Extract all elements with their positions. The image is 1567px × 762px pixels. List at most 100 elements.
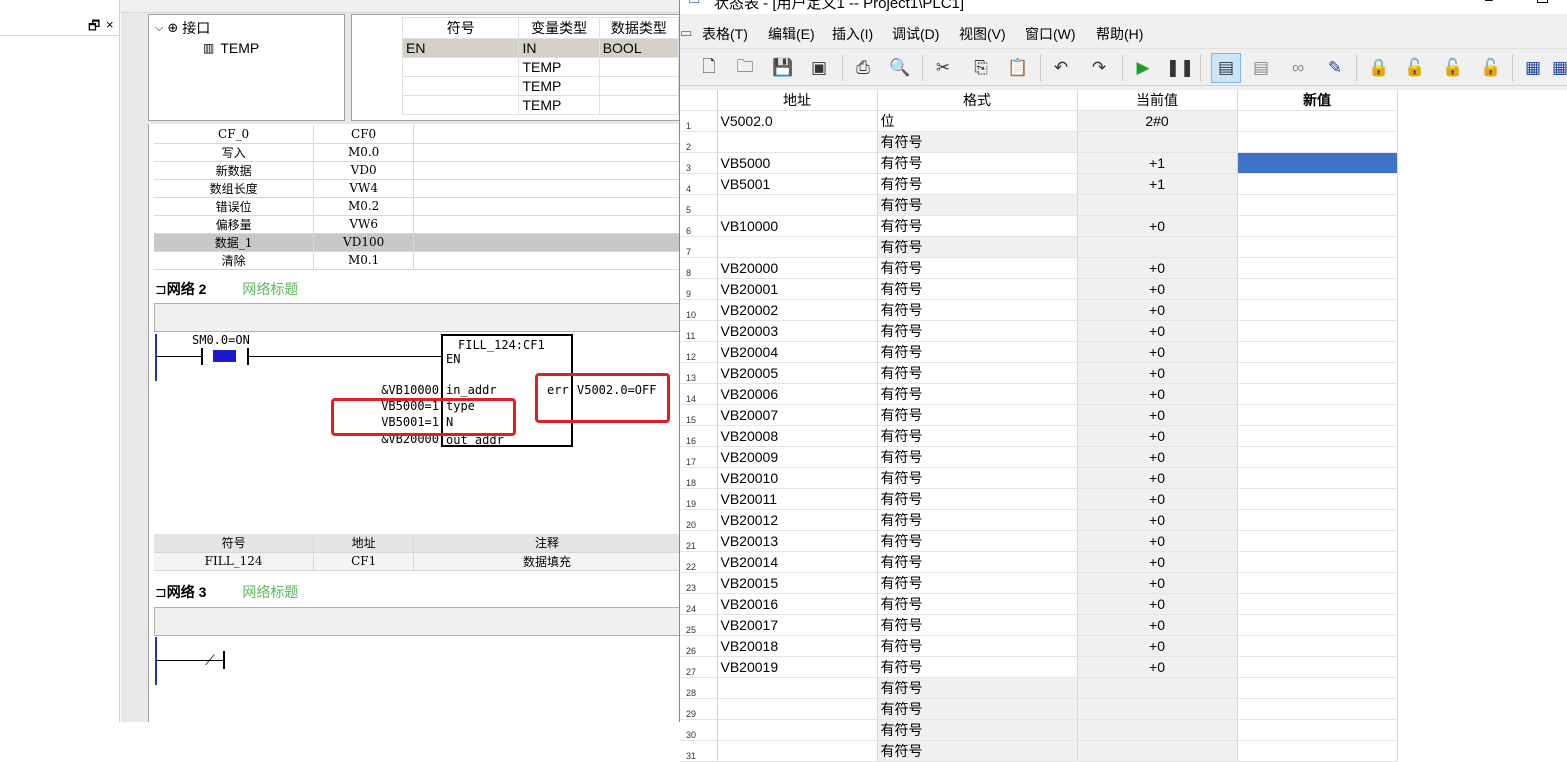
cell-current-value[interactable]: +1 [1077,173,1238,195]
cell-address[interactable]: VB20003 [717,320,878,342]
cell-current-value[interactable]: +0 [1077,383,1238,405]
cell-format[interactable]: 有符号 [877,698,1078,720]
cell-new-value[interactable] [1237,551,1398,573]
cell-symbol[interactable]: 新数据 [154,161,315,180]
cell-format[interactable]: 有符号 [877,593,1078,615]
table-row[interactable]: 29 有符号 [680,698,1398,720]
table-row[interactable]: 21 VB20013 有符号 +0 [680,530,1398,552]
cell-address[interactable]: VB20004 [717,341,878,363]
cell-comment[interactable] [413,161,680,180]
cell-address[interactable]: VB20007 [717,404,878,426]
cell-format[interactable]: 有符号 [877,152,1078,174]
cell-format[interactable]: 有符号 [877,740,1078,762]
cell-new-value[interactable] [1237,362,1398,384]
cell-address[interactable]: CF0 [313,125,415,144]
cell-new-value[interactable] [1237,215,1398,237]
cell-address[interactable]: VB20017 [717,614,878,636]
cell-address[interactable]: VB20013 [717,530,878,552]
cell-current-value[interactable]: +0 [1077,551,1238,573]
table-row[interactable]: 20 VB20012 有符号 +0 [680,509,1398,531]
cell-symbol[interactable] [401,57,520,77]
cell-new-value[interactable] [1237,236,1398,258]
cell-symbol[interactable] [401,76,520,96]
save-icon[interactable]: 💾 [770,55,796,81]
cell-data-type[interactable] [598,95,679,115]
cell-comment[interactable] [413,179,680,198]
cell-new-value[interactable] [1237,173,1398,195]
unlock-icon[interactable]: 🔓 [1402,55,1428,81]
cell-new-value[interactable] [1237,320,1398,342]
cell-var-type[interactable]: TEMP [518,57,600,77]
cell-current-value[interactable]: +1 [1077,152,1238,174]
cell-new-value[interactable] [1237,152,1398,174]
cell-format[interactable]: 有符号 [877,320,1078,342]
cell-new-value[interactable] [1237,383,1398,405]
cell-var-type[interactable]: TEMP [518,76,600,96]
table-row[interactable]: 22 VB20014 有符号 +0 [680,551,1398,573]
table-row[interactable]: 19 VB20011 有符号 +0 [680,488,1398,510]
cell-data-type[interactable] [598,76,679,96]
cell-new-value[interactable] [1237,509,1398,531]
table-row[interactable]: 16 VB20008 有符号 +0 [680,425,1398,447]
cell-current-value[interactable]: +0 [1077,341,1238,363]
cell-address[interactable]: VB20000 [717,257,878,279]
table-row[interactable]: 12 VB20004 有符号 +0 [680,341,1398,363]
cell-current-value[interactable]: +0 [1077,614,1238,636]
menu-window[interactable]: 窗口(W) [1025,24,1076,44]
table-row[interactable]: 4 VB5001 有符号 +1 [680,173,1398,195]
cell-address[interactable] [717,131,878,153]
table-row[interactable]: 8 VB20000 有符号 +0 [680,257,1398,279]
cell-address[interactable]: VB20012 [717,509,878,531]
table-row[interactable]: 数据_1 VD100 [154,233,680,252]
cell-format[interactable]: 有符号 [877,446,1078,468]
cell-address[interactable]: CF1 [313,552,415,571]
print-preview-icon[interactable]: 🔍 [887,55,913,81]
table-row[interactable]: 错误位 M0.2 [154,197,680,216]
cell-address[interactable]: VB20001 [717,278,878,300]
cell-new-value[interactable] [1237,593,1398,615]
cell-current-value[interactable]: +0 [1077,362,1238,384]
cell-current-value[interactable] [1077,698,1238,720]
cell-format[interactable]: 有符号 [877,131,1078,153]
cell-format[interactable]: 有符号 [877,551,1078,573]
table-row[interactable]: 写入 M0.0 [154,143,680,162]
save-all-icon[interactable]: ▣ [806,55,832,81]
lock-icon[interactable]: 🔒 [1366,55,1392,81]
cell-address[interactable]: VB20002 [717,299,878,321]
table-row[interactable]: 3 VB5000 有符号 +1 [680,152,1398,174]
cell-format[interactable]: 有符号 [877,425,1078,447]
cell-symbol[interactable]: 错误位 [154,197,315,216]
table-row[interactable]: 新数据 VD0 [154,161,680,180]
cell-current-value[interactable]: +0 [1077,488,1238,510]
cell-address[interactable]: VW6 [313,215,415,234]
cell-format[interactable]: 有符号 [877,509,1078,531]
cell-symbol[interactable]: CF_0 [154,125,315,144]
cell-current-value[interactable]: 2#0 [1077,110,1238,132]
cell-current-value[interactable]: +0 [1077,404,1238,426]
contact-status-fill[interactable] [213,350,236,362]
cell-address[interactable]: VB20016 [717,593,878,615]
network-2-header[interactable]: ⊐网络 2 网络标题 [155,279,298,299]
cell-address[interactable]: VB20015 [717,572,878,594]
cell-current-value[interactable]: +0 [1077,530,1238,552]
cell-new-value[interactable] [1237,467,1398,489]
cell-address[interactable]: VD0 [313,161,415,180]
child-window-icon[interactable]: ▭ [680,25,692,41]
cell-address[interactable]: VB20019 [717,656,878,678]
write-icon[interactable]: ✎ [1322,55,1348,81]
cell-current-value[interactable]: +0 [1077,320,1238,342]
cell-address[interactable] [717,677,878,699]
cell-current-value[interactable] [1077,236,1238,258]
cell-comment[interactable] [413,143,680,162]
cell-new-value[interactable] [1237,299,1398,321]
new-file-icon[interactable]: 🗋 [696,55,722,81]
cell-format[interactable]: 有符号 [877,656,1078,678]
cell-format[interactable]: 有符号 [877,614,1078,636]
undo-icon[interactable]: ↶ [1048,55,1074,81]
cell-format[interactable]: 有符号 [877,719,1078,741]
chart-status-icon[interactable]: ▤ [1211,53,1241,83]
cell-address[interactable]: VB20006 [717,383,878,405]
cell-new-value[interactable] [1237,677,1398,699]
cell-address[interactable]: VB20018 [717,635,878,657]
network-3-header[interactable]: ⊐网络 3 网络标题 [155,582,298,602]
